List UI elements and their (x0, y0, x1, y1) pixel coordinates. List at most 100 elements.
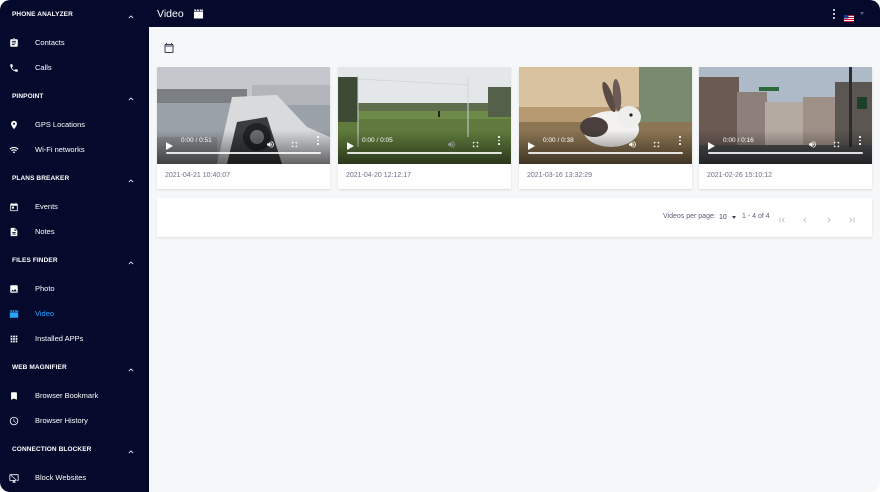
more-options-icon[interactable] (858, 136, 862, 145)
sidebar-section-title: WEB MAGNIFIER (12, 363, 67, 371)
video-progress-bar[interactable] (166, 152, 321, 154)
fullscreen-icon[interactable] (290, 136, 299, 148)
sidebar-section-header[interactable]: FILES FINDER (0, 247, 149, 273)
wifi-icon (9, 145, 19, 155)
sidebar: PHONE ANALYZER Contacts Calls PINPOINT GPS L… (0, 0, 149, 492)
rows-per-page-value: 10 (719, 213, 727, 221)
sidebar-item-installed-apps[interactable]: Installed APPs (0, 326, 149, 351)
video-player[interactable]: 0:00 / 0:51 (157, 67, 330, 164)
sidebar-item-label: Calls (35, 63, 52, 72)
page-title: Video (157, 7, 184, 20)
sidebar-section-header[interactable]: WEB MAGNIFIER (0, 354, 149, 380)
chevron-up-icon[interactable] (126, 255, 136, 265)
calendar-icon (9, 202, 19, 212)
sidebar-item-block-websites[interactable]: Block Websites (0, 465, 149, 490)
chevron-up-icon[interactable] (126, 91, 136, 101)
first-page-icon[interactable] (777, 212, 787, 223)
video-date: 2021-02-26 15:10:12 (707, 172, 772, 179)
sidebar-item-label: Wi-Fi networks (35, 145, 85, 154)
sidebar-item-label: Installed APPs (35, 334, 84, 343)
sidebar-section-title: CONNECTION BLOCKER (12, 445, 92, 453)
more-options-icon[interactable] (831, 8, 837, 20)
sidebar-item-events[interactable]: Events (0, 194, 149, 219)
sidebar-item-contacts[interactable]: Contacts (0, 30, 149, 55)
sidebar-item-notes[interactable]: Notes (0, 219, 149, 244)
volume-icon[interactable] (628, 136, 637, 148)
sidebar-item-calls[interactable]: Calls (0, 55, 149, 80)
video-card: 0:00 / 0:38 2021-03-16 13:32:29 (519, 67, 692, 189)
sidebar-section-header[interactable]: PINPOINT (0, 83, 149, 109)
volume-icon[interactable] (447, 136, 456, 148)
more-options-icon[interactable] (678, 136, 682, 145)
sidebar-item-browser-bookmark[interactable]: Browser Bookmark (0, 383, 149, 408)
video-time: 0:00 / 0:05 (362, 137, 393, 144)
video-player[interactable]: 0:00 / 0:16 (699, 67, 872, 164)
sidebar-item-label: Contacts (35, 38, 65, 47)
sidebar-item-wi-fi-networks[interactable]: Wi-Fi networks (0, 137, 149, 162)
page-range-label: 1 - 4 of 4 (742, 213, 770, 220)
play-icon[interactable] (528, 137, 535, 150)
sidebar-item-label: Browser Bookmark (35, 391, 99, 400)
chevron-up-icon[interactable] (126, 173, 136, 183)
video-player[interactable]: 0:00 / 0:38 (519, 67, 692, 164)
play-icon[interactable] (166, 137, 173, 150)
sidebar-section-title: FILES FINDER (12, 256, 58, 264)
sidebar-item-photo[interactable]: Photo (0, 276, 149, 301)
top-bar: Video (149, 0, 880, 27)
video-progress-bar[interactable] (528, 152, 683, 154)
last-page-icon[interactable] (847, 212, 857, 223)
video-card: 0:00 / 0:16 2021-02-26 15:10:12 (699, 67, 872, 189)
sidebar-item-label: Video (35, 309, 55, 318)
location-pin-icon (9, 120, 19, 130)
sidebar-item-browser-history[interactable]: Browser History (0, 408, 149, 433)
chevron-up-icon[interactable] (126, 444, 136, 454)
video-progress-bar[interactable] (708, 152, 863, 154)
contacts-icon (9, 37, 19, 48)
chevron-up-icon[interactable] (126, 9, 136, 19)
more-options-icon[interactable] (497, 136, 501, 145)
bookmark-icon (9, 391, 19, 401)
sidebar-item-label: Events (35, 202, 58, 211)
language-dropdown-caret-icon[interactable] (860, 12, 864, 15)
next-page-icon[interactable] (824, 212, 834, 223)
sidebar-section-header[interactable]: CONNECTION BLOCKER (0, 436, 149, 462)
video-date: 2021-04-20 12:12:17 (346, 172, 411, 179)
more-options-icon[interactable] (316, 136, 320, 145)
fullscreen-icon[interactable] (832, 136, 841, 148)
play-icon[interactable] (708, 137, 715, 150)
date-filter-calendar-icon[interactable] (163, 41, 175, 53)
rows-per-page-label: Videos per page: (663, 213, 716, 220)
sidebar-section-title: PINPOINT (12, 92, 44, 100)
video-controls (699, 130, 872, 164)
video-time: 0:00 / 0:16 (723, 137, 754, 144)
previous-page-icon[interactable] (800, 212, 810, 223)
video-card: 0:00 / 0:51 2021-04-21 10:40:07 (157, 67, 330, 189)
sidebar-section-title: PHONE ANALYZER (12, 10, 73, 18)
chevron-up-icon[interactable] (126, 362, 136, 372)
sidebar-item-label: Block Websites (35, 473, 87, 482)
play-icon[interactable] (347, 137, 354, 150)
video-progress-bar[interactable] (347, 152, 502, 154)
sidebar-section-header[interactable]: PLANS BREAKER (0, 165, 149, 191)
volume-icon[interactable] (808, 136, 817, 148)
video-date: 2021-04-21 10:40:07 (165, 172, 230, 179)
fullscreen-icon[interactable] (471, 136, 480, 148)
video-card: 0:00 / 0:05 2021-04-20 12:12:17 (338, 67, 511, 189)
sidebar-item-gps-locations[interactable]: GPS Locations (0, 112, 149, 137)
sidebar-section-title: PLANS BREAKER (12, 174, 70, 182)
sidebar-item-label: GPS Locations (35, 120, 86, 129)
video-date: 2021-03-16 13:32:29 (527, 172, 592, 179)
video-player[interactable]: 0:00 / 0:05 (338, 67, 511, 164)
fullscreen-icon[interactable] (652, 136, 661, 148)
pagination-bar: Videos per page: 10 1 - 4 of 4 (157, 198, 872, 237)
sidebar-item-video[interactable]: Video (0, 301, 149, 326)
video-controls (519, 130, 692, 164)
us-flag-icon[interactable] (844, 9, 854, 22)
sidebar-item-label: Browser History (35, 416, 88, 425)
video-clapper-icon (193, 8, 204, 19)
video-time: 0:00 / 0:38 (543, 137, 574, 144)
video-clapper-icon (9, 309, 19, 319)
rows-per-page-select[interactable]: 10 (719, 212, 739, 222)
sidebar-section-header[interactable]: PHONE ANALYZER (0, 1, 149, 27)
volume-icon[interactable] (266, 136, 275, 148)
